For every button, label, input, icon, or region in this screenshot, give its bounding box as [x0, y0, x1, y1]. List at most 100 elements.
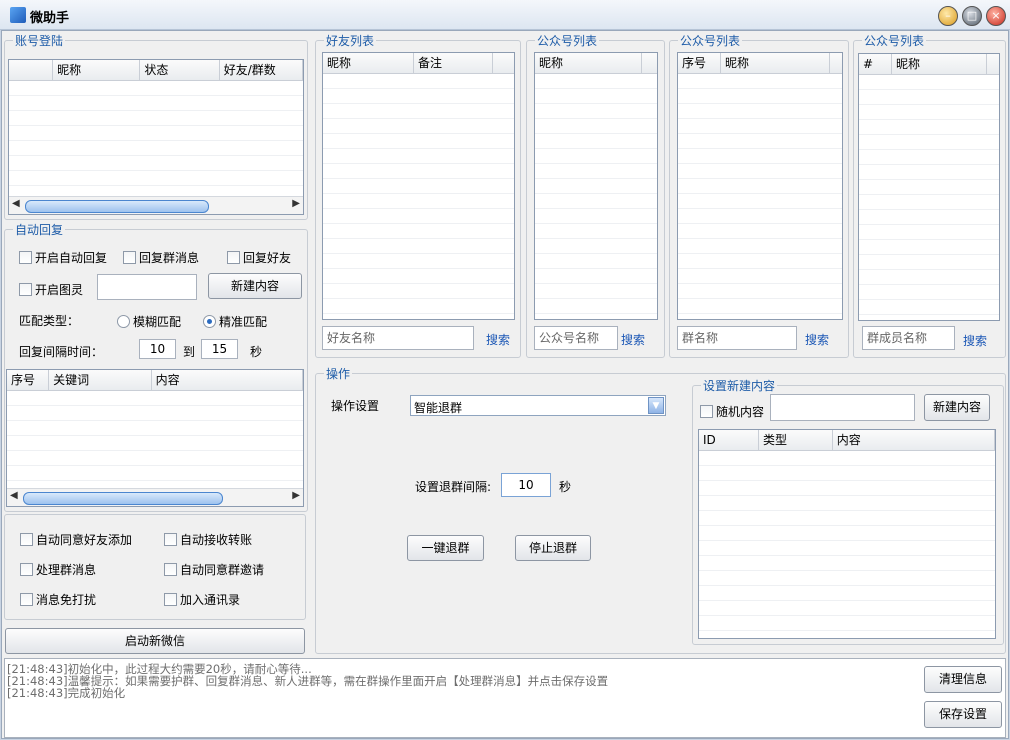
column-header[interactable]: 好友/群数	[220, 60, 303, 80]
interval-from-input[interactable]	[139, 339, 176, 359]
horizontal-scrollbar[interactable]: ◀ ▶	[9, 196, 303, 214]
checkbox-label: 回复好友	[243, 251, 292, 265]
column-header[interactable]: 昵称	[323, 53, 414, 73]
keyword-table-body	[7, 391, 303, 488]
operation-select-value: 智能退群	[414, 401, 463, 415]
column-header[interactable]: 昵称	[53, 60, 141, 80]
member-search-link[interactable]: 搜索	[963, 332, 987, 349]
public-accounts-table[interactable]: 昵称	[534, 52, 658, 320]
close-icon[interactable]: ×	[986, 6, 1006, 26]
public-account-search-link[interactable]: 搜索	[621, 331, 645, 348]
account-login-title: 账号登陆	[13, 32, 66, 49]
radio-selected-icon[interactable]	[203, 315, 216, 328]
interval-to-input[interactable]	[201, 339, 238, 359]
operation-select[interactable]: 智能退群 ▼	[410, 395, 666, 416]
quit-interval-input[interactable]	[501, 473, 551, 497]
friends-table[interactable]: 昵称 备注	[322, 52, 515, 320]
friend-search-link[interactable]: 搜索	[486, 331, 510, 348]
checkbox-icon[interactable]	[700, 405, 713, 418]
checkbox-icon[interactable]	[20, 533, 33, 546]
column-header[interactable]: 内容	[152, 370, 303, 390]
scroll-right-icon[interactable]: ▶	[292, 490, 300, 501]
column-header[interactable]	[9, 60, 54, 80]
add-contacts-checkbox[interactable]: 加入通讯录	[164, 591, 240, 608]
scroll-left-icon[interactable]: ◀	[10, 490, 18, 501]
new-content-button[interactable]: 新建内容	[208, 273, 302, 299]
checkbox-icon[interactable]	[20, 593, 33, 606]
group-search-input[interactable]	[677, 326, 797, 350]
member-table-body	[859, 75, 999, 320]
scroll-right-icon[interactable]: ▶	[292, 198, 300, 209]
checkbox-icon[interactable]	[164, 563, 177, 576]
auto-accept-group-invite-checkbox[interactable]: 自动同意群邀请	[164, 561, 264, 578]
column-header[interactable]: ID	[699, 430, 760, 450]
friend-search-input[interactable]	[322, 326, 474, 350]
maximize-icon[interactable]: □	[962, 6, 982, 26]
auto-receive-transfer-checkbox[interactable]: 自动接收转账	[164, 531, 252, 548]
public-accounts-title: 公众号列表	[678, 32, 743, 49]
column-header[interactable]: 昵称	[892, 54, 987, 74]
checkbox-icon[interactable]	[19, 283, 32, 296]
column-header[interactable]: 类型	[759, 430, 833, 450]
reply-group-checkbox[interactable]: 回复群消息	[123, 249, 199, 266]
mute-checkbox[interactable]: 消息免打扰	[20, 591, 96, 608]
quit-all-button[interactable]: 一键退群	[407, 535, 484, 561]
member-search-input[interactable]	[862, 326, 955, 350]
account-table[interactable]: 昵称 状态 好友/群数 ◀ ▶	[8, 59, 304, 215]
keyword-table-header: 序号 关键词 内容	[7, 370, 303, 391]
column-header[interactable]: 备注	[414, 53, 493, 73]
start-wechat-button[interactable]: 启动新微信	[5, 628, 305, 654]
clear-info-button[interactable]: 清理信息	[924, 666, 1002, 693]
friends-table-body	[323, 74, 514, 319]
to-label: 到	[183, 345, 196, 359]
handle-group-msg-checkbox[interactable]: 处理群消息	[20, 561, 96, 578]
column-header[interactable]: 内容	[833, 430, 995, 450]
checkbox-icon[interactable]	[123, 251, 136, 264]
save-settings-button[interactable]: 保存设置	[924, 701, 1002, 728]
minimize-icon[interactable]: –	[938, 6, 958, 26]
content-table[interactable]: ID 类型 内容	[698, 429, 996, 639]
log-panel[interactable]: [21:48:43]初始化中，此过程大约需要20秒，请耐心等待... [21:4…	[4, 658, 1006, 738]
member-table[interactable]: # 昵称	[858, 53, 1000, 321]
fuzzy-match-radio[interactable]: 模糊匹配	[117, 313, 181, 330]
checkbox-label: 加入通讯录	[180, 593, 241, 607]
checkbox-icon[interactable]	[19, 251, 32, 264]
random-content-input[interactable]	[770, 394, 915, 421]
group-table-body	[678, 74, 842, 319]
radio-icon[interactable]	[117, 315, 130, 328]
scrollbar-thumb[interactable]	[25, 200, 209, 213]
scrollbar-thumb[interactable]	[23, 492, 223, 505]
exact-match-radio[interactable]: 精准匹配	[203, 313, 267, 330]
reply-friend-checkbox[interactable]: 回复好友	[227, 249, 291, 266]
random-content-checkbox[interactable]: 随机内容	[700, 403, 764, 420]
horizontal-scrollbar[interactable]: ◀ ▶	[7, 488, 303, 506]
auto-reply-checkbox[interactable]: 开启自动回复	[19, 249, 107, 266]
auto-reply-title: 自动回复	[13, 221, 66, 238]
checkbox-icon[interactable]	[164, 533, 177, 546]
stop-quit-button[interactable]: 停止退群	[515, 535, 591, 561]
interval-label: 回复间隔时间：	[19, 345, 104, 359]
public-account-search-input[interactable]	[534, 326, 618, 350]
checkbox-icon[interactable]	[164, 593, 177, 606]
column-header[interactable]: 序号	[7, 370, 50, 390]
keyword-table[interactable]: 序号 关键词 内容 ◀ ▶	[6, 369, 304, 507]
column-header[interactable]: #	[859, 54, 892, 74]
scroll-left-icon[interactable]: ◀	[12, 198, 20, 209]
operation-title: 操作	[324, 365, 353, 382]
chevron-down-icon[interactable]: ▼	[648, 397, 664, 414]
tuling-checkbox[interactable]: 开启图灵	[19, 281, 83, 298]
checkbox-label: 开启图灵	[35, 283, 84, 297]
column-header[interactable]: 昵称	[535, 53, 642, 73]
column-header[interactable]: 昵称	[721, 53, 830, 73]
checkbox-icon[interactable]	[227, 251, 240, 264]
column-header[interactable]: 关键词	[49, 370, 152, 390]
tuling-input[interactable]	[97, 274, 197, 300]
checkbox-icon[interactable]	[20, 563, 33, 576]
group-table[interactable]: 序号 昵称	[677, 52, 843, 320]
new-content-button[interactable]: 新建内容	[924, 394, 990, 421]
column-header[interactable]: 状态	[140, 60, 220, 80]
account-login-group: 账号登陆 昵称 状态 好友/群数 ◀ ▶	[4, 32, 308, 220]
auto-accept-friend-checkbox[interactable]: 自动同意好友添加	[20, 531, 132, 548]
column-header[interactable]: 序号	[678, 53, 721, 73]
group-search-link[interactable]: 搜索	[805, 331, 829, 348]
